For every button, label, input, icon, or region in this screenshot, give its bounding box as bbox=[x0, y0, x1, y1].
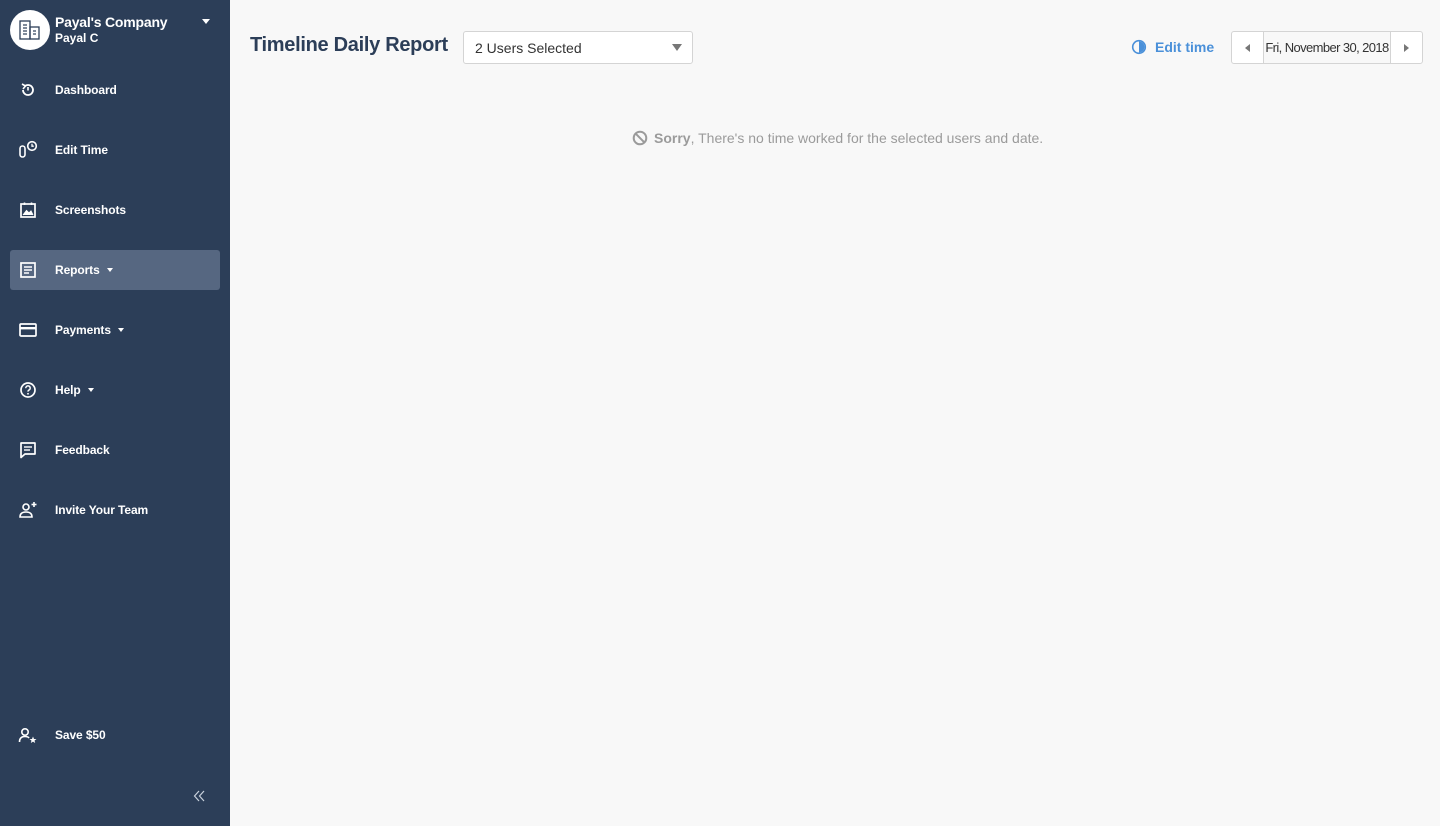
chevron-down-icon bbox=[117, 328, 124, 332]
payments-icon bbox=[18, 320, 38, 340]
edit-time-icon bbox=[18, 140, 38, 160]
sidebar-item-label: Edit Time bbox=[55, 143, 108, 157]
sidebar-item-label: Dashboard bbox=[55, 83, 117, 97]
double-chevron-left-icon bbox=[193, 790, 205, 802]
sidebar: Payal's Company Payal C Dashboard Edit T… bbox=[0, 0, 230, 826]
sidebar-item-invite-team[interactable]: Invite Your Team bbox=[10, 490, 220, 530]
users-select-dropdown[interactable]: 2 Users Selected bbox=[463, 31, 693, 64]
sidebar-item-dashboard[interactable]: Dashboard bbox=[10, 70, 220, 110]
empty-state-title: Sorry bbox=[654, 130, 691, 146]
screenshots-icon bbox=[18, 200, 38, 220]
sidebar-item-label: Save $50 bbox=[55, 728, 106, 742]
sidebar-item-feedback[interactable]: Feedback bbox=[10, 430, 220, 470]
referral-user-star-icon bbox=[18, 725, 38, 745]
clock-icon bbox=[1131, 39, 1147, 55]
sidebar-item-reports[interactable]: Reports bbox=[10, 250, 220, 290]
sidebar-item-save[interactable]: Save $50 bbox=[10, 715, 220, 755]
user-name: Payal C bbox=[55, 31, 99, 45]
sidebar-item-label: Invite Your Team bbox=[55, 503, 149, 517]
previous-day-button[interactable] bbox=[1231, 31, 1264, 64]
reports-icon bbox=[18, 260, 38, 280]
sidebar-item-label: Payments bbox=[55, 323, 111, 337]
edit-time-label: Edit time bbox=[1155, 39, 1215, 55]
sidebar-item-payments[interactable]: Payments bbox=[10, 310, 220, 350]
page-title: Timeline Daily Report bbox=[250, 34, 448, 56]
next-day-button[interactable] bbox=[1390, 31, 1423, 64]
date-display[interactable]: Fri, November 30, 2018 bbox=[1264, 31, 1390, 64]
empty-state-text: , There's no time worked for the selecte… bbox=[690, 130, 1044, 146]
date-navigator: Fri, November 30, 2018 bbox=[1231, 31, 1423, 64]
company-switcher[interactable]: Payal's Company Payal C bbox=[10, 10, 220, 50]
sidebar-item-label: Help bbox=[55, 383, 81, 397]
help-icon bbox=[18, 380, 38, 400]
feedback-icon bbox=[18, 440, 38, 460]
users-select-value: 2 Users Selected bbox=[475, 40, 582, 56]
sidebar-item-label: Feedback bbox=[55, 443, 110, 457]
edit-time-link[interactable]: Edit time bbox=[1131, 38, 1214, 56]
chevron-down-icon bbox=[106, 268, 113, 272]
collapse-sidebar-button[interactable] bbox=[188, 786, 212, 806]
prohibited-icon bbox=[632, 130, 648, 146]
sidebar-item-label: Screenshots bbox=[55, 203, 126, 217]
invite-team-icon bbox=[18, 500, 38, 520]
chevron-left-icon bbox=[1245, 43, 1250, 52]
sidebar-item-help[interactable]: Help bbox=[10, 370, 220, 410]
company-building-icon bbox=[10, 10, 50, 50]
chevron-right-icon bbox=[1404, 43, 1409, 52]
empty-state-message: Sorry, There's no time worked for the se… bbox=[632, 130, 1043, 146]
chevron-down-icon bbox=[672, 44, 682, 51]
sidebar-item-screenshots[interactable]: Screenshots bbox=[10, 190, 220, 230]
dashboard-icon bbox=[18, 80, 38, 100]
company-name: Payal's Company bbox=[55, 14, 168, 30]
sidebar-item-edit-time[interactable]: Edit Time bbox=[10, 130, 220, 170]
sidebar-item-label: Reports bbox=[55, 263, 100, 277]
chevron-down-icon bbox=[202, 19, 210, 24]
chevron-down-icon bbox=[87, 388, 94, 392]
